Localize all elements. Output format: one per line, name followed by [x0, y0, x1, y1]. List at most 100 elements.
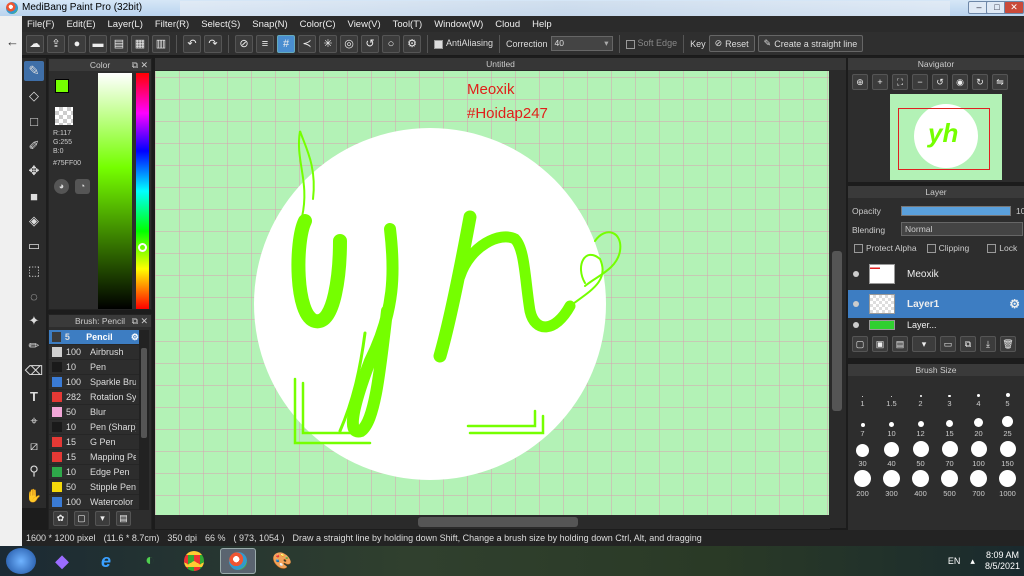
layer-row-selected[interactable]: Layer1 ⚙: [848, 290, 1024, 318]
brush-size-option[interactable]: 4: [964, 378, 993, 408]
hue-slider[interactable]: [136, 73, 149, 309]
merge-layer-icon[interactable]: ⤓: [980, 336, 996, 352]
select-pen-tool-icon[interactable]: ✏: [24, 336, 44, 356]
create-straight-line-button[interactable]: ✎ Create a straight line: [757, 35, 864, 52]
opacity-slider[interactable]: [901, 206, 1011, 216]
lasso-select-icon[interactable]: ◌: [24, 286, 44, 306]
share-icon[interactable]: ⇪: [47, 34, 65, 53]
layout-icon[interactable]: ▦: [131, 34, 149, 53]
visual-studio-icon[interactable]: ◆: [44, 548, 80, 574]
zoom-in-icon[interactable]: +: [872, 74, 888, 90]
menu-layer[interactable]: Layer(L): [108, 19, 143, 30]
brush-size-option[interactable]: 40: [877, 438, 906, 468]
drawing-canvas[interactable]: Meoxik #Hoidap247: [155, 71, 829, 515]
scrollbar-thumb[interactable]: [141, 348, 147, 438]
brush-properties-icon[interactable]: ▤: [116, 511, 131, 526]
eraser-tool-icon[interactable]: ◇: [24, 86, 44, 106]
menu-snap[interactable]: Snap(N): [252, 19, 287, 30]
medibang-icon[interactable]: [220, 548, 256, 574]
navigator-preview[interactable]: yh: [890, 94, 1002, 180]
antialiasing-checkbox[interactable]: [434, 39, 443, 49]
text-tool-icon[interactable]: T: [24, 386, 44, 406]
clock[interactable]: 8:09 AM 8/5/2021: [985, 550, 1020, 572]
clipping-option[interactable]: Clipping: [926, 243, 969, 254]
ccleaner-icon[interactable]: ◐: [132, 548, 168, 574]
language-indicator[interactable]: EN: [948, 556, 961, 566]
snap-off-icon[interactable]: ⊘: [235, 34, 253, 53]
fill-rect-icon[interactable]: ■: [24, 186, 44, 206]
antialiasing-toggle[interactable]: AntiAliasing: [434, 38, 493, 49]
brush-size-option[interactable]: 1.5: [877, 378, 906, 408]
new-halftone-layer-icon[interactable]: ▣: [872, 336, 888, 352]
parallel-snap-icon[interactable]: ≡: [256, 34, 274, 53]
delete-layer-icon[interactable]: 🗑: [1000, 336, 1016, 352]
reset-button[interactable]: ⊘ Reset: [708, 35, 755, 52]
curve-snap-icon[interactable]: ↺: [361, 34, 379, 53]
add-layer-menu-icon[interactable]: ▾: [912, 336, 936, 352]
soft-edge-checkbox[interactable]: [625, 39, 635, 49]
dot-tool-icon[interactable]: □: [24, 111, 44, 131]
scrollbar-thumb[interactable]: [418, 517, 578, 527]
brush-size-option[interactable]: 2: [906, 378, 935, 408]
primary-color-swatch[interactable]: [55, 79, 69, 93]
menu-help[interactable]: Help: [532, 19, 552, 30]
scrollbar-thumb[interactable]: [832, 251, 842, 411]
brush-size-option[interactable]: 50: [906, 438, 935, 468]
brush-size-option[interactable]: 400: [906, 468, 935, 498]
brush-size-option[interactable]: 7: [848, 408, 877, 438]
lock-checkbox[interactable]: [987, 244, 997, 254]
internet-explorer-icon[interactable]: e: [88, 548, 124, 574]
divide-tool-icon[interactable]: ⧄: [24, 436, 44, 456]
undo-icon[interactable]: ↶: [183, 34, 201, 53]
new-layer-icon[interactable]: ▢: [852, 336, 868, 352]
circle-snap-icon[interactable]: ○: [382, 34, 400, 53]
paint-icon[interactable]: 🎨: [264, 548, 300, 574]
cloud-icon[interactable]: ☁: [26, 34, 44, 53]
brush-size-option[interactable]: 12: [906, 408, 935, 438]
back-arrow-icon[interactable]: ←: [6, 34, 19, 49]
comment-icon[interactable]: ●: [68, 34, 86, 53]
brush-size-option[interactable]: 200: [848, 468, 877, 498]
layer-row[interactable]: ▬▬ Meoxik: [848, 260, 1024, 288]
redo-icon[interactable]: ↷: [204, 34, 222, 53]
start-button[interactable]: [6, 548, 36, 574]
brush-tool-icon[interactable]: ✎: [24, 61, 44, 81]
select-eraser-icon[interactable]: ⌫: [24, 361, 44, 381]
brush-list-item[interactable]: 100 Airbrush: [49, 345, 139, 360]
close-button[interactable]: ✕: [1004, 1, 1024, 14]
menu-file[interactable]: File(F): [27, 19, 54, 30]
brush-size-option[interactable]: 500: [935, 468, 964, 498]
visibility-eye-icon[interactable]: [853, 322, 859, 328]
add-brush-icon[interactable]: ▢: [74, 511, 89, 526]
correction-select[interactable]: 40: [550, 36, 613, 51]
brush-size-option[interactable]: 150: [993, 438, 1022, 468]
undock-icon[interactable]: ⧉: [132, 315, 138, 327]
gradient-tool-icon[interactable]: ▭: [24, 236, 44, 256]
brush-list-item[interactable]: 10 Pen: [49, 360, 139, 375]
brush-size-option[interactable]: 300: [877, 468, 906, 498]
brush-list-item[interactable]: 100 Sparkle Brush: [49, 375, 139, 390]
brush-size-option[interactable]: 1: [848, 378, 877, 408]
visibility-eye-icon[interactable]: [853, 271, 859, 277]
rotate-right-icon[interactable]: ↻: [972, 74, 988, 90]
magic-wand-icon[interactable]: ✦: [24, 311, 44, 331]
brush-size-option[interactable]: 10: [877, 408, 906, 438]
brush-menu-icon[interactable]: ▾: [95, 511, 110, 526]
select-pen-icon[interactable]: ✐: [24, 136, 44, 156]
brush-size-option[interactable]: 3: [935, 378, 964, 408]
chat-icon[interactable]: ▬: [89, 34, 107, 53]
document-icon[interactable]: ▤: [110, 34, 128, 53]
blending-select[interactable]: Normal: [901, 222, 1023, 236]
layer-settings-gear-icon[interactable]: ⚙: [1009, 297, 1020, 311]
brush-size-option[interactable]: 1000: [993, 468, 1022, 498]
protect-alpha-checkbox[interactable]: [854, 244, 863, 254]
color-saturation-area[interactable]: [98, 73, 132, 309]
transparent-color-swatch[interactable]: [55, 107, 73, 125]
brush-list-item[interactable]: 15 G Pen: [49, 435, 139, 450]
brush-list-item[interactable]: 10 Edge Pen: [49, 465, 139, 480]
brush-list-item[interactable]: 50 Blur: [49, 405, 139, 420]
menu-edit[interactable]: Edit(E): [66, 19, 95, 30]
rect-select-icon[interactable]: ⬚: [24, 261, 44, 281]
settings-gear-icon[interactable]: ⚙: [403, 34, 421, 53]
layer-row[interactable]: Layer...: [848, 320, 1024, 330]
